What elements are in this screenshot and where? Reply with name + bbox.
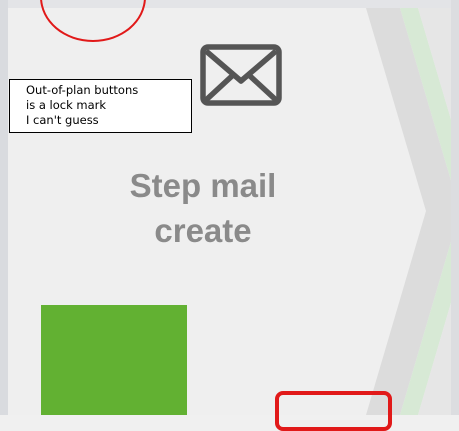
step-title-line2: create bbox=[154, 212, 252, 249]
mail-envelope-icon bbox=[200, 44, 282, 106]
green-action-button[interactable] bbox=[41, 305, 187, 415]
annotation-note: Out-of-plan buttons is a lock mark I can… bbox=[9, 79, 192, 133]
step-title-line1: Step mail bbox=[129, 167, 277, 204]
note-line1: Out-of-plan buttons bbox=[26, 83, 139, 97]
note-line2: is a lock mark bbox=[26, 98, 107, 112]
left-border bbox=[0, 0, 8, 415]
red-annotation-box bbox=[275, 391, 392, 431]
step-panel[interactable]: Step mail create bbox=[8, 8, 451, 415]
note-line3: I can't guess bbox=[26, 113, 99, 127]
step-mail-create-title: Step mail create bbox=[78, 163, 328, 253]
right-border bbox=[451, 0, 459, 415]
